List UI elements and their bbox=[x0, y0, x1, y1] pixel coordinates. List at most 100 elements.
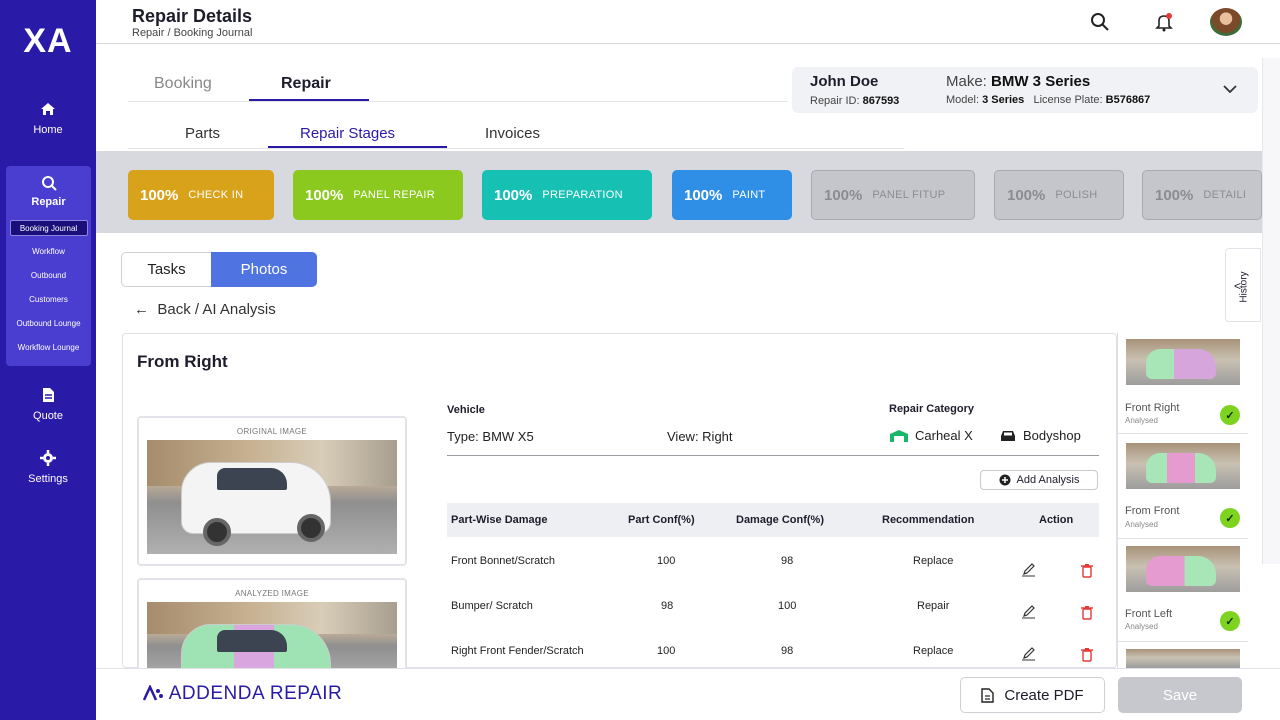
subtab-divider bbox=[128, 148, 904, 149]
tab-invoices[interactable]: Invoices bbox=[485, 125, 540, 142]
create-pdf-button[interactable]: Create PDF bbox=[960, 677, 1105, 713]
edit-icon[interactable] bbox=[1021, 605, 1037, 619]
stage-panel-repair[interactable]: 100% PANEL REPAIR bbox=[293, 170, 463, 220]
add-analysis-button[interactable]: Add Analysis bbox=[980, 470, 1098, 490]
brand-name: ADDENDA REPAIR bbox=[168, 683, 343, 704]
col-action: Action bbox=[1039, 514, 1074, 526]
segment-tasks[interactable]: Tasks bbox=[121, 252, 212, 287]
analyzed-image-caption: ANALYZED IMAGE bbox=[235, 589, 309, 598]
page-title: Repair Details bbox=[132, 6, 253, 26]
nav-repair-group: Repair Booking Journal Workflow Outbound… bbox=[6, 166, 91, 366]
part-conf-cell: 100 bbox=[657, 555, 676, 567]
customer-card[interactable]: John Doe Repair ID: 867593 Make: BMW 3 S… bbox=[792, 67, 1258, 113]
main-content: Booking Repair Parts Repair Stages Invoi… bbox=[96, 44, 1280, 682]
avatar[interactable] bbox=[1210, 8, 1242, 36]
category-carheal: Carheal X bbox=[889, 428, 973, 443]
thumbnail-image bbox=[1126, 546, 1240, 592]
search-icon[interactable] bbox=[1090, 12, 1110, 32]
damage-conf-cell: 98 bbox=[781, 555, 794, 567]
customer-name: John Doe bbox=[810, 73, 879, 90]
analyzed-image-card[interactable]: ANALYZED IMAGE bbox=[137, 578, 407, 682]
thumbnail-label: Front Right bbox=[1125, 402, 1180, 414]
tab-divider bbox=[128, 101, 788, 102]
delete-icon[interactable] bbox=[1080, 605, 1094, 620]
recommendation-cell: Replace bbox=[913, 555, 954, 567]
app-logo: XA bbox=[23, 22, 73, 60]
original-image-card[interactable]: ORIGINAL IMAGE bbox=[137, 416, 407, 566]
nav-settings[interactable]: Settings bbox=[0, 449, 96, 485]
sidebar: XA Home Repair Booking Journal Workflow … bbox=[0, 0, 96, 720]
vehicle-view: View: Right bbox=[667, 429, 733, 444]
col-part-damage: Part-Wise Damage bbox=[451, 514, 548, 526]
stage-detailing[interactable]: 100% DETAILI bbox=[1142, 170, 1262, 220]
stage-preparation[interactable]: 100% PREPARATION bbox=[482, 170, 652, 220]
nav-outbound[interactable]: Outbound bbox=[10, 268, 88, 284]
history-label: History bbox=[1238, 271, 1250, 303]
stage-polish[interactable]: 100% POLISH bbox=[994, 170, 1124, 220]
document-icon bbox=[43, 388, 54, 402]
history-tab[interactable]: < History bbox=[1225, 248, 1261, 322]
tab-booking[interactable]: Booking bbox=[154, 75, 212, 93]
panel-title: From Right bbox=[137, 352, 228, 371]
nav-customers[interactable]: Customers bbox=[10, 292, 88, 308]
repair-category-label: Repair Category bbox=[889, 403, 974, 415]
stage-check-in[interactable]: 100% CHECK IN bbox=[128, 170, 274, 220]
check-icon: ✓ bbox=[1220, 508, 1240, 528]
nav-workflow-lounge[interactable]: Workflow Lounge bbox=[10, 340, 88, 356]
segment-photos[interactable]: Photos bbox=[211, 252, 317, 287]
thumbnail-divider bbox=[1118, 433, 1248, 434]
tab-parts[interactable]: Parts bbox=[185, 125, 220, 142]
nav-home[interactable]: Home bbox=[0, 100, 96, 136]
gear-icon bbox=[40, 450, 56, 466]
nav-quote[interactable]: Quote bbox=[0, 386, 96, 422]
stage-paint[interactable]: 100% PAINT bbox=[672, 170, 792, 220]
nav-outbound-lounge[interactable]: Outbound Lounge bbox=[10, 316, 88, 332]
delete-icon[interactable] bbox=[1080, 563, 1094, 578]
thumbnail-status: Analysed bbox=[1125, 520, 1158, 529]
top-header: Repair Details Repair / Booking Journal bbox=[96, 0, 1280, 44]
panel-divider bbox=[447, 455, 1099, 456]
thumbnail-image bbox=[1126, 339, 1240, 385]
bell-icon[interactable] bbox=[1154, 12, 1174, 32]
repair-id: Repair ID: 867593 bbox=[810, 95, 900, 107]
save-button[interactable]: Save bbox=[1118, 677, 1242, 713]
check-icon: ✓ bbox=[1220, 611, 1240, 631]
delete-icon[interactable] bbox=[1080, 647, 1094, 662]
part-cell: Bumper/ Scratch bbox=[451, 600, 533, 612]
edit-icon[interactable] bbox=[1021, 647, 1037, 661]
nav-home-label: Home bbox=[33, 124, 63, 136]
col-damage-conf: Damage Conf(%) bbox=[736, 514, 825, 526]
scrollbar[interactable] bbox=[1262, 58, 1280, 564]
damage-conf-cell: 100 bbox=[778, 600, 797, 612]
back-link[interactable]: ← Back / AI Analysis bbox=[134, 301, 276, 318]
col-recommendation: Recommendation bbox=[882, 514, 975, 526]
home-icon bbox=[41, 103, 55, 115]
vehicle-make: Make: BMW 3 Series bbox=[946, 73, 1091, 90]
recommendation-cell: Replace bbox=[913, 645, 954, 657]
tab-repair[interactable]: Repair bbox=[281, 75, 331, 93]
vehicle-model: Model: 3 Series License Plate: B576867 bbox=[946, 94, 1151, 106]
thumbnail-image[interactable] bbox=[1126, 649, 1240, 668]
damage-table-header: Part-Wise Damage Part Conf(%) Damage Con… bbox=[447, 503, 1099, 537]
check-icon: ✓ bbox=[1220, 405, 1240, 425]
nav-workflow[interactable]: Workflow bbox=[10, 244, 88, 260]
part-cell: Front Bonnet/Scratch bbox=[451, 555, 555, 567]
vehicle-type: Type: BMW X5 bbox=[447, 429, 534, 444]
nav-repair-label[interactable]: Repair bbox=[6, 196, 91, 208]
col-part-conf: Part Conf(%) bbox=[628, 514, 695, 526]
repair-stages-bar: 100% CHECK IN 100% PANEL REPAIR 100% PREPAR… bbox=[96, 151, 1280, 233]
stage-panel-fitup[interactable]: 100% PANEL FITUP bbox=[811, 170, 975, 220]
breadcrumb[interactable]: Repair / Booking Journal bbox=[132, 27, 252, 39]
damage-conf-cell: 98 bbox=[781, 645, 794, 657]
edit-icon[interactable] bbox=[1021, 563, 1037, 577]
nav-booking-journal[interactable]: Booking Journal bbox=[9, 220, 88, 236]
brand-mark-icon bbox=[142, 684, 163, 701]
tab-repair-stages[interactable]: Repair Stages bbox=[300, 125, 395, 142]
footer-bar: ADDENDA REPAIR Create PDF Save bbox=[96, 668, 1280, 720]
brand-logo: ADDENDA REPAIR bbox=[142, 683, 342, 705]
category-bodyshop: Bodyshop bbox=[999, 428, 1081, 443]
part-conf-cell: 100 bbox=[657, 645, 676, 657]
part-conf-cell: 98 bbox=[661, 600, 674, 612]
arrow-left-icon: ← bbox=[134, 301, 149, 318]
chevron-down-icon[interactable] bbox=[1222, 83, 1238, 95]
